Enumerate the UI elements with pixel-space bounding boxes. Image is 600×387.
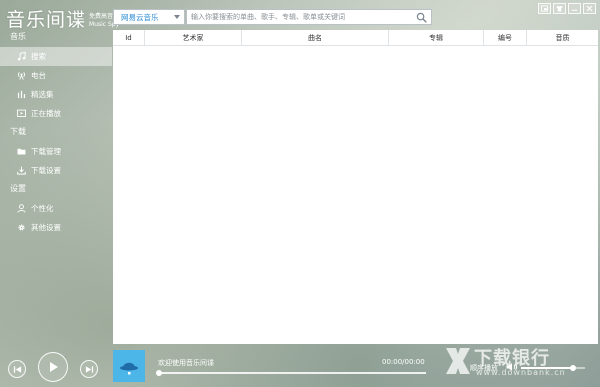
app-logo: 音乐间谍 免费高音质 Music Spy: [6, 6, 119, 32]
sidebar-item-label: 个性化: [31, 204, 54, 213]
mini-mode-icon: [541, 5, 548, 12]
sidebar-item-label: 搜索: [31, 52, 46, 61]
sidebar-item-search[interactable]: 搜索: [0, 47, 112, 66]
volume-slider[interactable]: [521, 365, 585, 371]
sidebar-item-personalize[interactable]: 个性化: [0, 199, 112, 218]
sidebar-item-now-playing[interactable]: 正在播放: [0, 104, 112, 123]
sidebar-item-label: 下载设置: [31, 166, 61, 175]
column-header-artist[interactable]: 艺术家: [145, 30, 242, 46]
user-icon: [16, 203, 27, 214]
play-icon: [50, 362, 58, 372]
search-input[interactable]: [187, 10, 409, 24]
album-cover[interactable]: [113, 350, 145, 382]
album-cover-art-icon: [120, 362, 138, 375]
sidebar-item-download-settings[interactable]: 下载设置: [0, 161, 112, 180]
search-box: [186, 9, 432, 25]
download-icon: [16, 165, 27, 176]
mini-mode-button[interactable]: [538, 3, 551, 14]
chart-bars-icon: [16, 89, 27, 100]
source-select-value: 网易云音乐: [121, 12, 159, 22]
sidebar-section-music: 音乐: [10, 32, 26, 41]
radio-icon: [16, 70, 27, 81]
sidebar-item-label: 下载管理: [31, 147, 61, 156]
source-select[interactable]: 网易云音乐: [113, 9, 185, 25]
next-icon: [85, 365, 93, 373]
minimize-icon: [571, 9, 578, 11]
sidebar: 音乐 搜索 电台 精选集 正在播放 下载 下载管理 下载设置 设置 个性化 其他…: [0, 30, 112, 342]
playback-time: 00:00/00:00: [382, 358, 425, 366]
table-header: Id 艺术家 曲名 专辑 编号 音质: [113, 30, 598, 46]
sidebar-item-download-manager[interactable]: 下载管理: [0, 142, 112, 161]
sidebar-item-label: 其他设置: [31, 223, 61, 232]
sidebar-item-radio[interactable]: 电台: [0, 66, 112, 85]
play-button[interactable]: [38, 352, 68, 382]
previous-icon: [13, 365, 21, 373]
window-controls: [538, 3, 596, 14]
music-note-icon: [16, 51, 27, 62]
sidebar-item-other-settings[interactable]: 其他设置: [0, 218, 112, 237]
sidebar-section-download: 下载: [10, 127, 26, 136]
sidebar-section-settings: 设置: [10, 184, 26, 193]
sidebar-item-label: 正在播放: [31, 109, 61, 118]
column-header-album[interactable]: 专辑: [389, 30, 484, 46]
gear-icon: [16, 222, 27, 233]
column-header-quality[interactable]: 音质: [527, 30, 598, 46]
skin-button[interactable]: [553, 3, 566, 14]
app-title: 音乐间谍: [6, 9, 87, 31]
progress-bar[interactable]: [156, 370, 426, 376]
progress-knob[interactable]: [156, 370, 162, 376]
sidebar-item-label: 精选集: [31, 90, 54, 99]
close-icon: [586, 5, 593, 12]
now-playing-text: 欢迎使用音乐间谍: [158, 359, 214, 367]
chevron-down-icon: [174, 15, 180, 19]
shirt-icon: [556, 5, 563, 12]
column-header-title[interactable]: 曲名: [242, 30, 389, 46]
column-header-number[interactable]: 编号: [484, 30, 527, 46]
close-button[interactable]: [583, 3, 596, 14]
play-mode-button[interactable]: 顺序播放: [470, 363, 498, 373]
next-button[interactable]: [80, 360, 98, 378]
volume-icon[interactable]: [506, 362, 518, 372]
previous-button[interactable]: [8, 360, 26, 378]
column-header-id[interactable]: Id: [113, 30, 145, 46]
sidebar-item-label: 电台: [31, 71, 46, 80]
search-icon[interactable]: [416, 12, 427, 23]
volume-fill: [521, 367, 574, 369]
results-table: Id 艺术家 曲名 专辑 编号 音质: [113, 30, 598, 344]
play-screen-icon: [16, 108, 27, 119]
sidebar-item-featured[interactable]: 精选集: [0, 85, 112, 104]
minimize-button[interactable]: [568, 3, 581, 14]
folder-icon: [16, 146, 27, 157]
